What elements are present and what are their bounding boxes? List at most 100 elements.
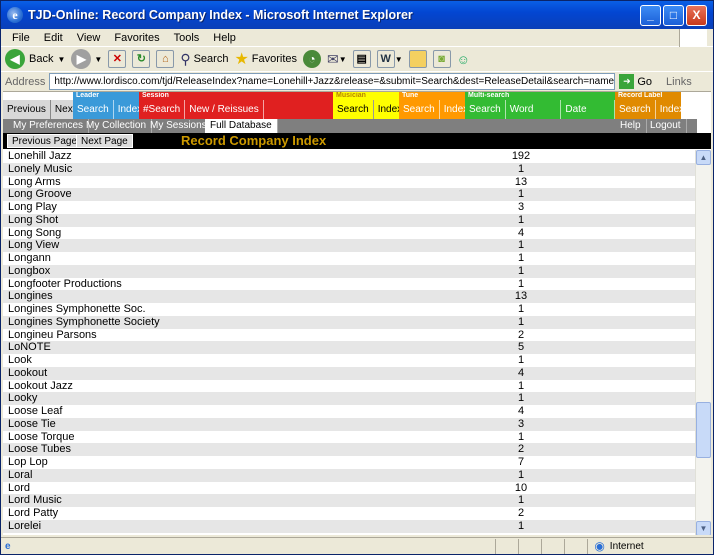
scroll-down-icon[interactable]: ▼ bbox=[696, 521, 711, 535]
home-icon[interactable]: ⌂ bbox=[156, 50, 175, 68]
menu-view[interactable]: View bbox=[70, 32, 108, 44]
tune-search[interactable]: Search bbox=[399, 100, 440, 120]
company-name[interactable]: Lord bbox=[3, 482, 493, 495]
nav-previous[interactable]: Previous bbox=[3, 100, 51, 120]
session-new-reissues[interactable]: New / Reissues bbox=[185, 100, 264, 120]
musician-search[interactable]: Search bbox=[333, 100, 374, 120]
refresh-icon[interactable]: ↻ bbox=[132, 50, 151, 68]
session-search[interactable]: #Search bbox=[139, 100, 186, 120]
go-button[interactable]: ➜ Go bbox=[619, 74, 652, 89]
list-item[interactable]: Loral 1 bbox=[3, 468, 695, 482]
menu-favorites[interactable]: Favorites bbox=[107, 32, 166, 44]
company-name[interactable]: Lonehill Jazz bbox=[3, 150, 493, 163]
list-item[interactable]: Lord 10 bbox=[3, 482, 695, 495]
company-name[interactable]: Loral bbox=[3, 469, 493, 482]
company-name[interactable]: Loose Tie bbox=[3, 418, 493, 431]
list-item[interactable]: LoNOTE 5 bbox=[3, 341, 695, 354]
scroll-thumb[interactable] bbox=[696, 402, 711, 458]
my-sessions[interactable]: My Sessions bbox=[145, 119, 213, 133]
list-item[interactable]: Long Groove 1 bbox=[3, 188, 695, 201]
list-item[interactable]: Lorelei 1 bbox=[3, 519, 695, 533]
logout-link[interactable]: Logout bbox=[645, 119, 687, 133]
list-item[interactable]: Lonely Music 1 bbox=[3, 162, 695, 176]
list-item[interactable]: Loose Torque 1 bbox=[3, 431, 695, 444]
scroll-up-icon[interactable]: ▲ bbox=[696, 150, 711, 165]
forward-button[interactable]: ▶ ▼ bbox=[71, 49, 102, 69]
mail-icon[interactable]: ✉ bbox=[327, 51, 339, 68]
list-item[interactable]: Looky 1 bbox=[3, 392, 695, 405]
previous-page-button[interactable]: Previous Page bbox=[7, 134, 83, 148]
company-name[interactable]: Lord Music bbox=[3, 494, 493, 507]
menu-file[interactable]: File bbox=[5, 32, 37, 44]
company-name[interactable]: Lonely Music bbox=[3, 163, 493, 176]
full-database[interactable]: Full Database bbox=[205, 119, 278, 133]
company-name[interactable]: Long Groove bbox=[3, 188, 493, 201]
mail-dropdown-icon[interactable]: ▼ bbox=[339, 55, 347, 64]
my-collection[interactable]: My Collection bbox=[81, 119, 153, 133]
company-name[interactable]: Longfooter Productions bbox=[3, 278, 493, 291]
messenger-icon[interactable]: ☺ bbox=[457, 52, 470, 67]
company-name[interactable]: Loose Tubes bbox=[3, 443, 493, 456]
edit-icon[interactable]: W bbox=[376, 50, 395, 68]
company-name[interactable]: Lop Lop bbox=[3, 456, 493, 469]
multi-word-search[interactable]: Word Search bbox=[506, 100, 562, 135]
menu-tools[interactable]: Tools bbox=[167, 32, 207, 44]
minimize-button[interactable]: _ bbox=[640, 5, 661, 26]
address-input[interactable]: http://www.lordisco.com/tjd/ReleaseIndex… bbox=[49, 73, 616, 90]
list-item[interactable]: Longann 1 bbox=[3, 252, 695, 265]
company-name[interactable]: Lorelei bbox=[3, 520, 493, 533]
list-item[interactable]: Long Play 3 bbox=[3, 201, 695, 214]
company-name[interactable]: Longines Symphonette Soc. bbox=[3, 303, 493, 316]
company-name[interactable]: Longines Symphonette Society bbox=[3, 316, 493, 329]
label-index[interactable]: Index bbox=[656, 100, 690, 120]
back-button[interactable]: ◀ Back ▼ bbox=[5, 49, 65, 69]
company-name[interactable]: Lookout Jazz bbox=[3, 380, 493, 393]
company-name[interactable]: LoNOTE bbox=[3, 341, 493, 354]
company-name[interactable]: Longann bbox=[3, 252, 493, 265]
label-search[interactable]: Search bbox=[615, 100, 656, 120]
next-page-button[interactable]: Next Page bbox=[76, 134, 133, 148]
forward-dropdown-icon[interactable]: ▼ bbox=[94, 55, 102, 64]
multi-search[interactable]: Search bbox=[465, 100, 506, 120]
menu-edit[interactable]: Edit bbox=[37, 32, 70, 44]
list-item[interactable]: Lonehill Jazz 192 bbox=[3, 150, 695, 163]
back-dropdown-icon[interactable]: ▼ bbox=[57, 55, 65, 64]
list-item[interactable]: Longbox 1 bbox=[3, 264, 695, 278]
multi-date-search[interactable]: Date Search bbox=[561, 100, 615, 135]
print-icon[interactable]: ▤ bbox=[352, 50, 371, 68]
company-name[interactable]: Longineu Parsons bbox=[3, 329, 493, 342]
my-preferences[interactable]: My Preferences bbox=[8, 119, 90, 133]
search-button[interactable]: ⚲ Search bbox=[180, 51, 228, 68]
help-link[interactable]: Help bbox=[615, 119, 647, 133]
list-item[interactable]: Loose Tubes 2 bbox=[3, 443, 695, 456]
list-item[interactable]: Lord Patty 2 bbox=[3, 507, 695, 520]
research-icon[interactable]: ◙ bbox=[432, 50, 451, 68]
list-item[interactable]: Longines Symphonette Soc. 1 bbox=[3, 303, 695, 316]
company-name[interactable]: Lookout bbox=[3, 367, 493, 380]
list-item[interactable]: Lord Music 1 bbox=[3, 494, 695, 507]
list-item[interactable]: Loose Tie 3 bbox=[3, 417, 695, 431]
company-name[interactable]: Looky bbox=[3, 392, 493, 405]
folder-icon[interactable] bbox=[408, 50, 427, 68]
vertical-scrollbar[interactable]: ▲ ▼ bbox=[695, 150, 711, 535]
close-button[interactable]: X bbox=[686, 5, 707, 26]
company-name[interactable]: Look bbox=[3, 354, 493, 367]
company-name[interactable]: Loose Leaf bbox=[3, 405, 493, 418]
list-item[interactable]: Longines 13 bbox=[3, 290, 695, 303]
company-name[interactable]: Long Play bbox=[3, 201, 493, 214]
company-name[interactable]: Long Song bbox=[3, 227, 493, 240]
list-item[interactable]: Look 1 bbox=[3, 354, 695, 367]
leader-search[interactable]: Search bbox=[73, 100, 114, 120]
list-item[interactable]: Longineu Parsons 2 bbox=[3, 329, 695, 342]
company-name[interactable]: Loose Torque bbox=[3, 431, 493, 444]
list-item[interactable]: Long View 1 bbox=[3, 239, 695, 252]
list-item[interactable]: Loose Leaf 4 bbox=[3, 405, 695, 418]
list-item[interactable]: Long Song 4 bbox=[3, 227, 695, 240]
links-label[interactable]: Links bbox=[666, 76, 692, 88]
maximize-button[interactable]: □ bbox=[663, 5, 684, 26]
menu-help[interactable]: Help bbox=[206, 32, 243, 44]
company-name[interactable]: Lord Patty bbox=[3, 507, 493, 520]
company-name[interactable]: Longbox bbox=[3, 265, 493, 278]
list-item[interactable]: Long Shot 1 bbox=[3, 213, 695, 227]
stop-icon[interactable]: ✕ bbox=[108, 50, 127, 68]
